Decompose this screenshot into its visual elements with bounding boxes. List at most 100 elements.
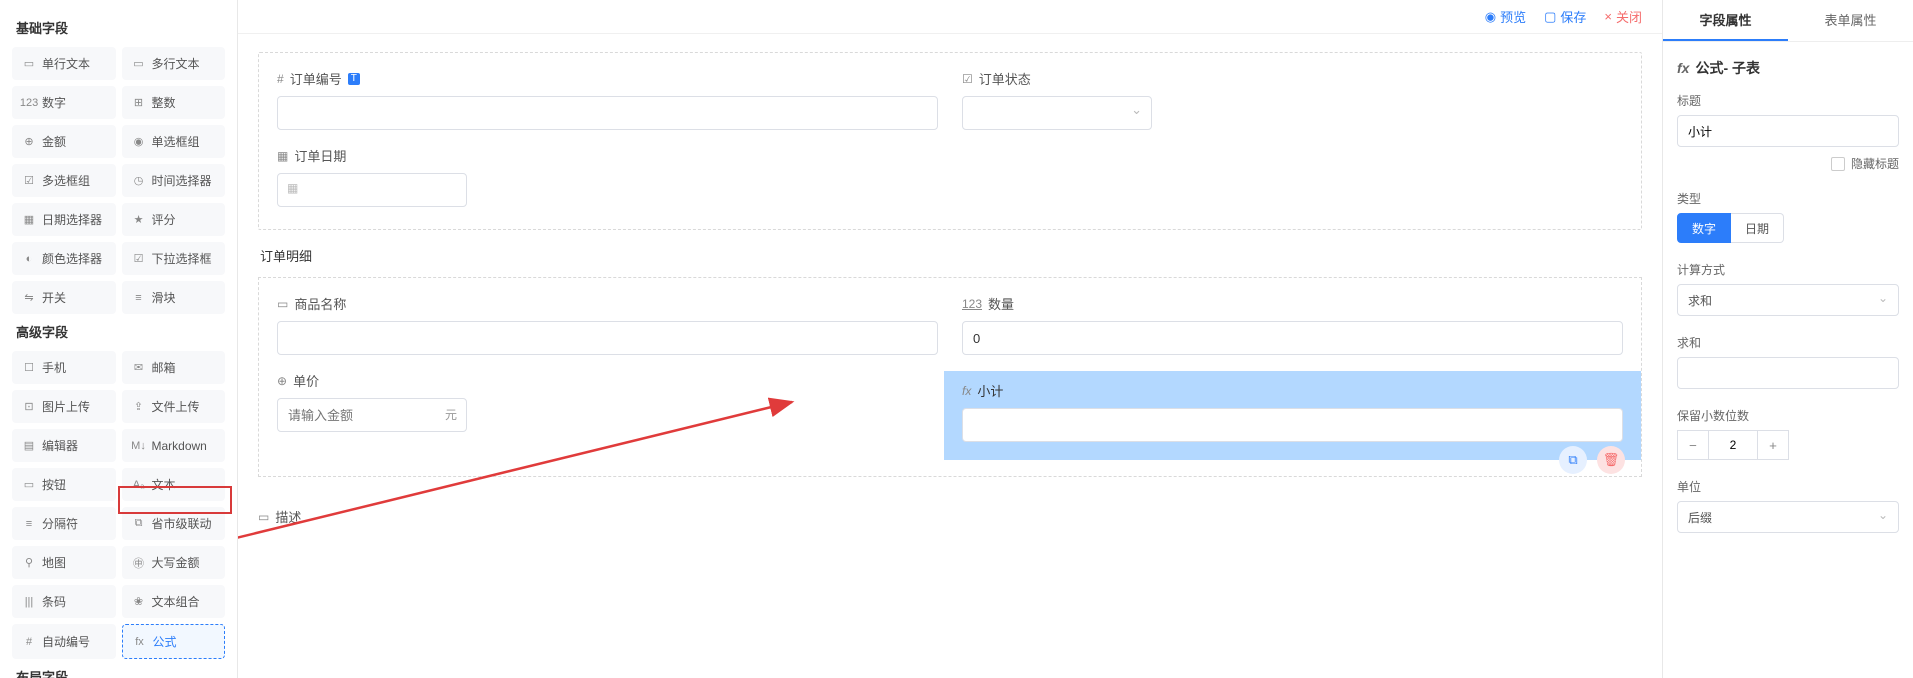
field-type-icon: ㊥: [132, 556, 146, 570]
palette-item[interactable]: ◉单选框组: [122, 125, 226, 158]
hash-icon: #: [277, 72, 284, 86]
palette-item-label: 公式: [153, 633, 177, 650]
field-type-icon: fx: [133, 635, 147, 649]
input-price[interactable]: [277, 398, 467, 432]
palette-item-label: 单选框组: [152, 133, 200, 150]
palette-item[interactable]: ㊥大写金额: [122, 546, 226, 579]
prop-unit-select[interactable]: 后缀: [1677, 501, 1899, 533]
field-qty[interactable]: 123数量: [962, 294, 1623, 355]
prop-decimal-label: 保留小数位数: [1677, 407, 1899, 424]
field-order-status[interactable]: ☑订单状态: [962, 69, 1623, 130]
type-date-button[interactable]: 日期: [1731, 213, 1784, 243]
palette-item[interactable]: ☑多选框组: [12, 164, 116, 197]
prop-calc-select[interactable]: 求和: [1677, 284, 1899, 316]
palette-item[interactable]: ⚲地图: [12, 546, 116, 579]
palette-item[interactable]: ⧉省市级联动: [122, 507, 226, 540]
palette-item-label: 手机: [42, 359, 66, 376]
palette-item[interactable]: ⇪文件上传: [122, 390, 226, 423]
fx-icon: fx: [962, 384, 971, 398]
price-unit: 元: [445, 406, 457, 423]
palette-item[interactable]: ✉邮箱: [122, 351, 226, 384]
palette-item-label: 大写金额: [152, 554, 200, 571]
palette-item[interactable]: Aₐ文本: [122, 468, 226, 501]
input-product-name[interactable]: [277, 321, 938, 355]
canvas-toolbar: ◉预览 ▢保存 ×关闭: [238, 0, 1662, 34]
prop-heading: fx公式- 子表: [1677, 58, 1899, 78]
input-order-date[interactable]: [277, 173, 467, 207]
field-order-no[interactable]: # 订单编号 T: [277, 69, 938, 130]
field-desc[interactable]: ▭描述: [258, 507, 1642, 526]
palette-item[interactable]: ⊕金额: [12, 125, 116, 158]
input-qty[interactable]: [962, 321, 1623, 355]
translate-badge: T: [348, 73, 360, 85]
palette-item[interactable]: fx 公式: [122, 624, 226, 659]
palette-item[interactable]: ▭多行文本: [122, 47, 226, 80]
field-type-icon: ★: [132, 213, 146, 227]
save-button[interactable]: ▢保存: [1544, 7, 1586, 26]
field-type-icon: ⊡: [22, 400, 36, 414]
palette-item[interactable]: ☑下拉选择框: [122, 242, 226, 275]
field-type-icon: |||: [22, 595, 36, 609]
preview-button[interactable]: ◉预览: [1485, 7, 1526, 26]
hide-title-checkbox[interactable]: [1831, 157, 1845, 171]
delete-field-button[interactable]: 🗑: [1597, 446, 1625, 474]
palette-item[interactable]: ◷时间选择器: [122, 164, 226, 197]
palette-item-label: 金额: [42, 133, 66, 150]
palette-item[interactable]: #自动编号: [12, 624, 116, 659]
copy-field-button[interactable]: ⧉: [1559, 446, 1587, 474]
palette-item[interactable]: 123数字: [12, 86, 116, 119]
palette-item[interactable]: ★ 评分: [122, 203, 226, 236]
decimal-value-input[interactable]: [1709, 430, 1757, 460]
palette-item[interactable]: ⊞整数: [122, 86, 226, 119]
tab-form-props[interactable]: 表单属性: [1788, 0, 1913, 41]
detail-block[interactable]: ▭商品名称 ⊕单价 元 123数量: [258, 277, 1642, 477]
label-subtotal: 小计: [977, 381, 1003, 400]
field-price[interactable]: ⊕单价 元: [277, 371, 938, 432]
calendar-input-icon: ▦: [287, 181, 298, 195]
decimal-minus-button[interactable]: −: [1677, 430, 1709, 460]
prop-title-input[interactable]: [1677, 115, 1899, 147]
field-order-date[interactable]: ▦订单日期 ▦: [277, 146, 938, 207]
palette-item[interactable]: ❀文本组合: [122, 585, 226, 618]
field-type-icon: M↓: [132, 439, 146, 453]
label-order-no: 订单编号: [290, 69, 342, 88]
form-canvas[interactable]: #订单编号T ▦订单日期 ▦ ☑订单状态 订单明细: [238, 34, 1662, 678]
palette-item[interactable]: ⇋ 开关: [12, 281, 116, 314]
palette-item-label: 开关: [42, 289, 66, 306]
palette-item[interactable]: ≡ 分隔符: [12, 507, 116, 540]
palette-item-label: 省市级联动: [152, 515, 212, 532]
palette-item[interactable]: ▭按钮: [12, 468, 116, 501]
group-advanced-title: 高级字段: [16, 322, 225, 341]
palette-item[interactable]: ▤编辑器: [12, 429, 116, 462]
field-product-name[interactable]: ▭商品名称: [277, 294, 938, 355]
prop-sum-input[interactable]: [1677, 357, 1899, 389]
palette-item[interactable]: M↓ Markdown: [122, 429, 226, 462]
input-subtotal[interactable]: [962, 408, 1623, 442]
palette-item[interactable]: ▦日期选择器: [12, 203, 116, 236]
field-type-icon: ≡: [22, 517, 36, 531]
tab-field-props[interactable]: 字段属性: [1663, 0, 1788, 41]
palette-item-label: 单行文本: [42, 55, 90, 72]
hide-title-label: 隐藏标题: [1851, 155, 1899, 172]
field-type-icon: ⊞: [132, 96, 146, 110]
decimal-plus-button[interactable]: +: [1757, 430, 1789, 460]
palette-item-label: 图片上传: [42, 398, 90, 415]
palette-item[interactable]: ≡滑块: [122, 281, 226, 314]
palette-item[interactable]: ⊡ 图片上传: [12, 390, 116, 423]
field-type-icon: ⇋: [22, 291, 36, 305]
palette-item[interactable]: ▭单行文本: [12, 47, 116, 80]
palette-item[interactable]: |||条码: [12, 585, 116, 618]
palette-item-label: 分隔符: [42, 515, 78, 532]
palette-item-label: 评分: [152, 211, 176, 228]
header-block[interactable]: # 订单编号 T ▦订单日期 ▦ ☑订单状态: [258, 52, 1642, 230]
palette-item[interactable]: ◐颜色选择器: [12, 242, 116, 275]
field-subtotal-selected[interactable]: fx小计 ⧉ 🗑: [944, 371, 1641, 460]
select-order-status[interactable]: [962, 96, 1152, 130]
prop-title-label: 标题: [1677, 92, 1899, 109]
input-order-no[interactable]: [277, 96, 938, 130]
property-panel: 字段属性 表单属性 fx公式- 子表 标题 隐藏标题 类型 数字 日期 计算方式…: [1663, 0, 1913, 678]
type-number-button[interactable]: 数字: [1677, 213, 1731, 243]
close-button[interactable]: ×关闭: [1604, 7, 1642, 26]
palette-item-label: Markdown: [152, 439, 207, 453]
palette-item[interactable]: ☐手机: [12, 351, 116, 384]
